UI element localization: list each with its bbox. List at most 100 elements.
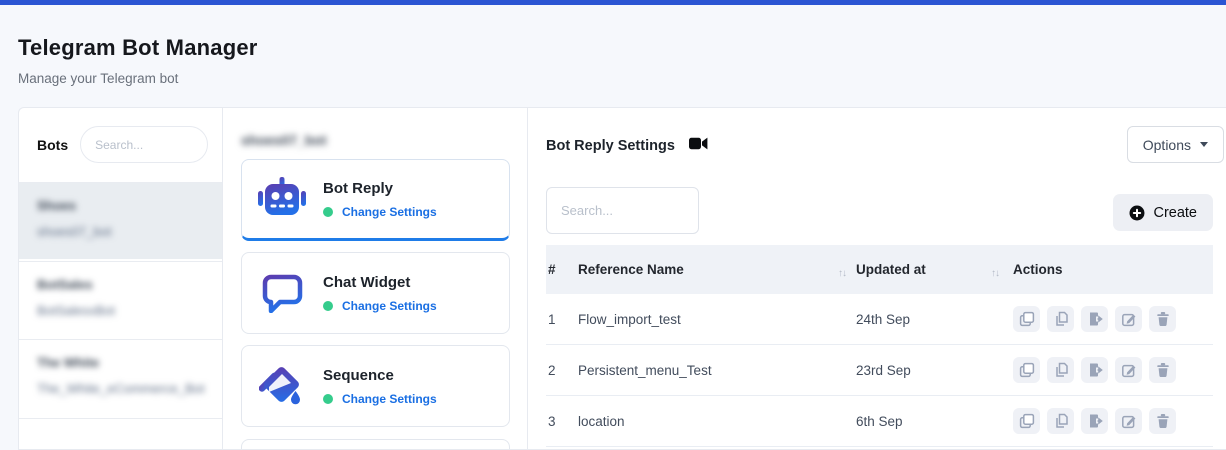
row-num: 2 [546, 363, 576, 378]
reference-search-input[interactable] [546, 187, 699, 234]
col-header-actions: Actions [1011, 262, 1213, 277]
col-header-updated-label: Updated at [856, 262, 926, 277]
bot-username: The_White_eCommerce_Bot [37, 381, 205, 396]
delete-button[interactable] [1149, 408, 1176, 434]
create-button-label: Create [1153, 205, 1197, 221]
feature-card-body: Chat Widget Change Settings [323, 274, 437, 313]
col-header-updated: Updated at ↑↓ [854, 260, 1011, 279]
table-header-row: # Reference Name ↑↓ Updated at ↑↓ Action… [546, 245, 1213, 294]
page-title: Telegram Bot Manager [18, 35, 1208, 61]
feature-card-title: Sequence [323, 367, 437, 384]
clone-button[interactable] [1013, 357, 1040, 383]
bot-reply-table: # Reference Name ↑↓ Updated at ↑↓ Action… [546, 245, 1213, 447]
edit-icon [1121, 413, 1137, 429]
copy-icon [1053, 413, 1069, 429]
feature-card-title: Bot Reply [323, 180, 437, 197]
feature-card-body: Sequence Change Settings [323, 367, 437, 406]
row-reference-name: location [576, 414, 854, 429]
delete-button[interactable] [1149, 306, 1176, 332]
caret-down-icon [1200, 142, 1208, 147]
current-bot-username: shoes07_bot [241, 132, 327, 148]
clone-button[interactable] [1013, 306, 1040, 332]
edit-icon [1121, 311, 1137, 327]
settings-panel-header: Bot Reply Settings Options [528, 108, 1226, 163]
export-icon [1087, 413, 1103, 429]
export-button[interactable] [1081, 408, 1108, 434]
bot-list-item-selected[interactable]: Shoes shoes07_bot [19, 182, 222, 259]
settings-toolbar: Create [546, 187, 1213, 234]
settings-panel-title: Bot Reply Settings [546, 138, 675, 154]
paint-bucket-icon [256, 362, 308, 410]
row-updated-at: 23rd Sep [854, 363, 1011, 378]
edit-button[interactable] [1115, 408, 1142, 434]
row-actions [1011, 408, 1213, 434]
bot-reply-settings-panel: Bot Reply Settings Options [528, 108, 1226, 449]
delete-icon [1155, 311, 1171, 327]
table-row: 1 Flow_import_test 24th Sep [546, 294, 1213, 345]
row-updated-at: 6th Sep [854, 414, 1011, 429]
sort-icon[interactable]: ↑↓ [991, 268, 999, 279]
bot-name: BotSales [37, 277, 93, 292]
bot-name: Shoes [37, 198, 76, 213]
edit-button[interactable] [1115, 357, 1142, 383]
delete-icon [1155, 413, 1171, 429]
clone-icon [1019, 362, 1035, 378]
col-header-reference-label: Reference Name [578, 262, 684, 277]
feature-card-title: Chat Widget [323, 274, 437, 291]
change-settings-link[interactable]: Change Settings [342, 392, 437, 406]
edit-button[interactable] [1115, 306, 1142, 332]
page-header: Telegram Bot Manager Manage your Telegra… [0, 5, 1226, 86]
bot-username: shoes07_bot [37, 224, 111, 239]
sort-icon[interactable]: ↑↓ [838, 268, 846, 279]
row-reference-name: Flow_import_test [576, 312, 854, 327]
row-actions [1011, 306, 1213, 332]
status-dot-icon [323, 301, 333, 311]
bot-list-item[interactable]: The White The_White_eCommerce_Bot [19, 339, 222, 416]
delete-button[interactable] [1149, 357, 1176, 383]
feature-card-chat-widget[interactable]: Chat Widget Change Settings [241, 252, 510, 334]
copy-icon [1053, 311, 1069, 327]
options-button-label: Options [1143, 137, 1191, 153]
bots-sidebar-header: Bots [19, 108, 222, 182]
delete-icon [1155, 362, 1171, 378]
row-num: 3 [546, 414, 576, 429]
row-num: 1 [546, 312, 576, 327]
bot-list-item[interactable]: BotSales BotSalesxBot [19, 261, 222, 338]
bots-sidebar: Bots Shoes shoes07_bot BotSales BotSales… [19, 108, 223, 449]
feature-card-clipped[interactable] [241, 439, 510, 450]
video-camera-icon[interactable] [689, 136, 708, 156]
copy-button[interactable] [1047, 306, 1074, 332]
clone-icon [1019, 413, 1035, 429]
export-icon [1087, 362, 1103, 378]
status-dot-icon [323, 207, 333, 217]
feature-card-body: Bot Reply Change Settings [323, 180, 437, 219]
export-button[interactable] [1081, 306, 1108, 332]
bot-feature-menu: shoes07_bot Bot Reply [223, 108, 528, 449]
col-header-num: # [546, 262, 576, 277]
feature-card-bot-reply[interactable]: Bot Reply Change Settings [241, 159, 510, 241]
change-settings-link[interactable]: Change Settings [342, 205, 437, 219]
bot-name: The White [37, 355, 99, 370]
plus-circle-icon [1129, 205, 1145, 221]
copy-icon [1053, 362, 1069, 378]
bots-title: Bots [37, 137, 68, 153]
copy-button[interactable] [1047, 408, 1074, 434]
create-button[interactable]: Create [1113, 194, 1213, 231]
feature-card-sequence[interactable]: Sequence Change Settings [241, 345, 510, 427]
robot-icon [256, 175, 308, 223]
clone-button[interactable] [1013, 408, 1040, 434]
settings-title-wrap: Bot Reply Settings [546, 136, 708, 156]
row-updated-at: 24th Sep [854, 312, 1011, 327]
table-row: 3 location 6th Sep [546, 396, 1213, 447]
bots-search-input[interactable] [80, 126, 208, 163]
options-button[interactable]: Options [1127, 126, 1224, 163]
change-settings-link[interactable]: Change Settings [342, 299, 437, 313]
row-actions [1011, 357, 1213, 383]
export-button[interactable] [1081, 357, 1108, 383]
feature-card-link-row: Change Settings [323, 392, 437, 406]
copy-button[interactable] [1047, 357, 1074, 383]
chat-bubble-icon [256, 269, 308, 317]
page-subtitle: Manage your Telegram bot [18, 71, 1208, 86]
status-dot-icon [323, 394, 333, 404]
bot-list-item-clipped[interactable] [19, 418, 222, 449]
